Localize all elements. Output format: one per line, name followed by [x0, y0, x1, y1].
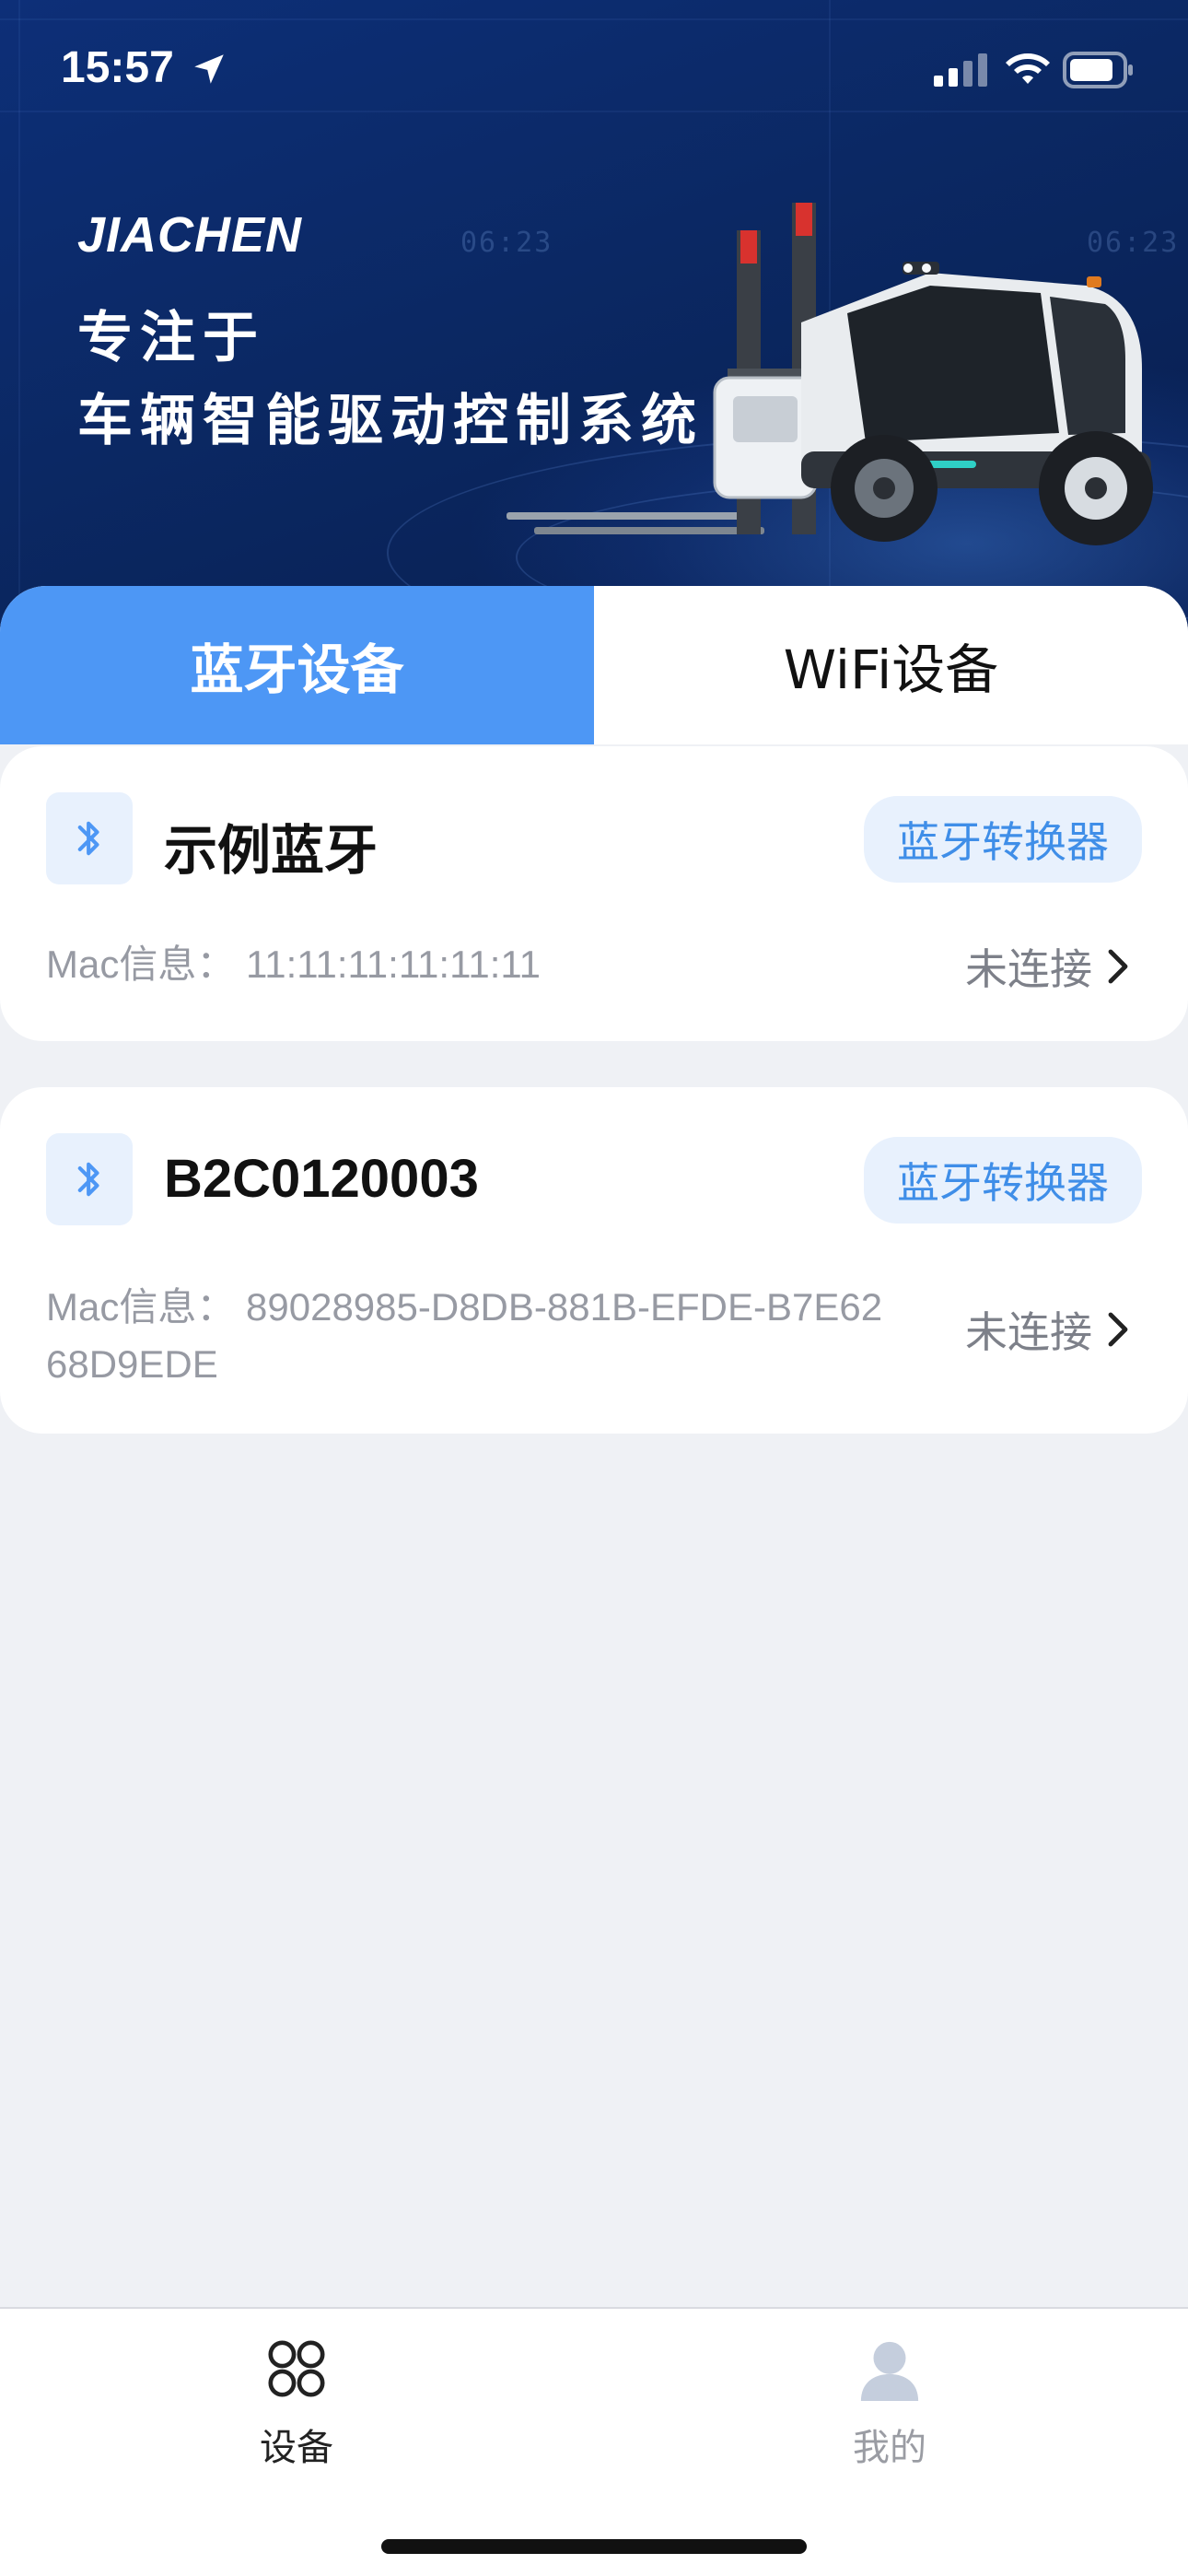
user-profile-icon	[860, 2341, 919, 2401]
bluetooth-icon	[46, 1133, 133, 1225]
bottom-tab-bar: 设备 我的	[0, 2307, 1188, 2576]
connection-status-link[interactable]: 未连接	[965, 936, 1131, 997]
tab-wifi-devices[interactable]: WiFi设备	[594, 586, 1188, 744]
brand-logo: JIACHEN	[77, 207, 303, 263]
wifi-icon	[1006, 53, 1050, 84]
chevron-right-icon	[1108, 1312, 1128, 1347]
connection-status-link[interactable]: 未连接	[965, 1299, 1131, 1360]
tab-bluetooth-devices[interactable]: 蓝牙设备	[0, 586, 594, 744]
device-name: 示例蓝牙	[164, 821, 379, 881]
bluetooth-icon	[46, 792, 133, 884]
device-type-tabs: 蓝牙设备 WiFi设备	[0, 586, 1188, 744]
forklift-illustration	[507, 203, 1153, 545]
device-mac-info: Mac信息： 11:11:11:11:11:11	[46, 943, 541, 986]
location-arrow-icon	[194, 54, 224, 84]
device-card[interactable]: 示例蓝牙 蓝牙转换器 Mac信息： 11:11:11:11:11:11 未连接	[0, 746, 1188, 1041]
connection-status-label: 未连接	[965, 1307, 1092, 1357]
home-indicator[interactable]	[381, 2539, 807, 2554]
device-mac-info: Mac信息： 89028985-D8DB-881B-EFDE-B7E6268D9…	[46, 1285, 883, 1386]
device-name: B2C0120003	[164, 1149, 479, 1209]
banner-gridline	[0, 111, 1188, 112]
nav-tab-label: 我的	[853, 2427, 926, 2469]
device-type-badge: 蓝牙转换器	[864, 796, 1142, 883]
app-screen: 06:23 06:23 15:57 JIACHEN 专注于 车辆智能驱动控制系统	[0, 0, 1188, 2576]
nav-tab-mine[interactable]: 我的	[798, 2336, 982, 2471]
hero-banner: 06:23 06:23 15:57 JIACHEN 专注于 车辆智能驱动控制系统	[0, 0, 1188, 663]
banner-slogan-line1: 专注于	[77, 306, 265, 370]
battery-icon	[1063, 52, 1133, 88]
device-card[interactable]: B2C0120003 蓝牙转换器 Mac信息： 89028985-D8DB-88…	[0, 1087, 1188, 1434]
nav-tab-label: 设备	[260, 2427, 333, 2469]
banner-gridline	[18, 0, 20, 663]
connection-status-label: 未连接	[965, 944, 1092, 994]
nav-tab-devices[interactable]: 设备	[204, 2336, 389, 2471]
devices-grid-icon	[268, 2340, 325, 2397]
chevron-right-icon	[1108, 949, 1128, 984]
device-type-badge: 蓝牙转换器	[864, 1137, 1142, 1224]
cellular-signal-icon	[934, 53, 987, 87]
status-time: 15:57	[61, 43, 174, 92]
banner-gridline	[0, 18, 1188, 20]
